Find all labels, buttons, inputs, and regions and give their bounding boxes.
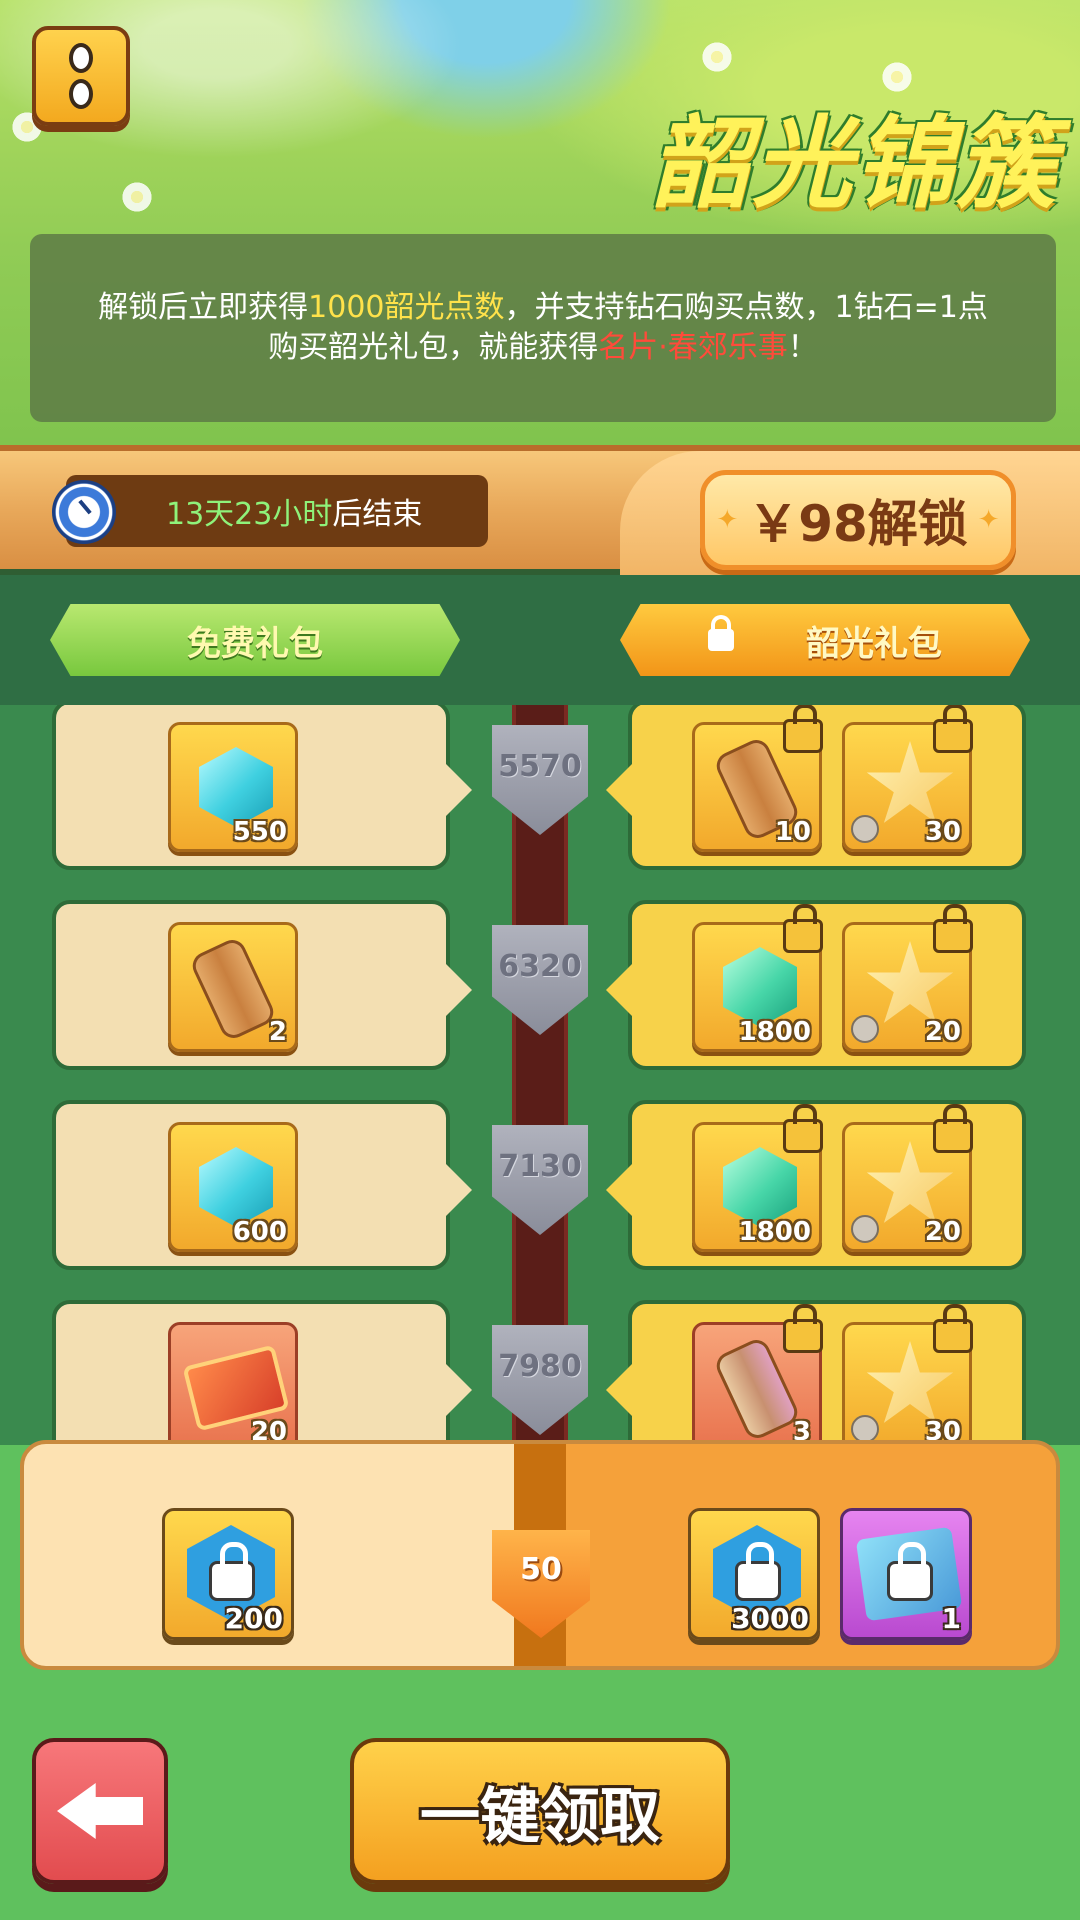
blue-gem-icon <box>199 1147 273 1227</box>
clock-icon <box>52 480 116 544</box>
tab-premium-gift[interactable]: 韶光礼包 <box>620 604 1030 676</box>
item-quantity: 2 <box>268 1017 287 1047</box>
lock-icon <box>933 1304 973 1353</box>
item-quantity: 600 <box>232 1217 287 1247</box>
info-panel: 解锁后立即获得1000韶光点数，并支持钻石购买点数，1钻石=1点 购买韶光礼包，… <box>30 234 1056 422</box>
reward-item[interactable]: 20 <box>168 1322 298 1445</box>
points-badge: 6320 <box>492 925 588 1035</box>
reward-item[interactable]: 20 <box>842 904 973 1052</box>
reward-item[interactable]: 3 <box>692 1304 823 1445</box>
item-quantity: 1800 <box>738 1017 811 1047</box>
tab-free-gift[interactable]: 免费礼包 <box>50 604 460 676</box>
reward-item[interactable]: 30 <box>842 1304 973 1445</box>
premium-reward-card: 10 30 <box>606 705 1026 870</box>
info-text: ，并支持钻石购买点数，1钻石=1点 <box>504 290 988 325</box>
lock-icon <box>783 1304 823 1353</box>
free-reward-card: 550 <box>52 705 472 870</box>
scroll-icon <box>188 935 278 1043</box>
timer-suffix: 后结束 <box>332 497 423 532</box>
tab-label: 免费礼包 <box>187 623 323 664</box>
green-gem-icon <box>723 1147 797 1227</box>
free-reward-card: 2 <box>52 900 472 1070</box>
item-quantity: 3000 <box>731 1602 809 1635</box>
lock-icon <box>708 615 734 651</box>
green-gem-icon <box>723 947 797 1027</box>
timer-icon <box>851 1215 879 1243</box>
tab-label: 韶光礼包 <box>806 623 942 664</box>
item-quantity: 20 <box>924 1017 961 1047</box>
info-text: 解锁后立即获得 <box>98 290 309 325</box>
reward-item[interactable]: 30 <box>842 705 973 852</box>
premium-reward-card: 1800 20 <box>606 1100 1026 1270</box>
back-arrow-icon <box>57 1783 143 1839</box>
reward-row: 550 5570 10 30 <box>0 705 1080 880</box>
menu-icon-dot <box>69 79 93 109</box>
info-highlight-namecard: 名片·春郊乐事 <box>598 330 788 365</box>
final-premium-reward[interactable]: 1 <box>840 1508 972 1640</box>
back-button[interactable] <box>32 1738 168 1884</box>
unlock-button[interactable]: ✦ ￥98解锁 ✦ <box>700 470 1016 570</box>
reward-item[interactable]: 1800 <box>692 904 823 1052</box>
reward-item[interactable]: 600 <box>168 1122 298 1252</box>
lock-icon <box>783 1104 823 1153</box>
padlock-icon <box>735 1542 781 1601</box>
info-text: 购买韶光礼包，就能获得 <box>268 330 599 365</box>
lock-icon <box>933 1104 973 1153</box>
padlock-icon <box>887 1542 933 1601</box>
timer-icon <box>851 1015 879 1043</box>
reward-item[interactable]: 20 <box>842 1104 973 1252</box>
free-reward-card: 20 <box>52 1300 472 1445</box>
sparkle-icon: ✦ <box>977 505 1000 535</box>
flower-decoration <box>120 180 154 214</box>
reward-item[interactable]: 550 <box>168 722 298 852</box>
countdown-timer: 13天23小时 后结束 <box>66 475 488 547</box>
menu-button[interactable] <box>32 26 130 126</box>
info-line-1: 解锁后立即获得1000韶光点数，并支持钻石购买点数，1钻石=1点 <box>98 288 988 328</box>
sparkle-icon: ✦ <box>716 505 739 535</box>
reward-row: 2 6320 1800 20 <box>0 900 1080 1080</box>
flower-decoration <box>700 40 734 74</box>
reward-row: 20 7980 3 30 <box>0 1300 1080 1445</box>
lock-icon <box>933 904 973 953</box>
unlock-label: ￥98解锁 <box>748 495 968 553</box>
info-text: ！ <box>787 330 818 365</box>
points-badge: 7980 <box>492 1325 588 1435</box>
points-badge: 7130 <box>492 1125 588 1235</box>
item-quantity: 1800 <box>738 1217 811 1247</box>
reward-list[interactable]: 550 5570 10 30 2 6320 1800 20 600 7130 1… <box>0 705 1080 1445</box>
premium-reward-card: 1800 20 <box>606 900 1026 1070</box>
menu-icon <box>69 43 93 73</box>
info-highlight-points: 1000韶光点数 <box>308 290 505 325</box>
reward-row: 600 7130 1800 20 <box>0 1100 1080 1280</box>
reward-item[interactable]: 1800 <box>692 1104 823 1252</box>
item-quantity: 200 <box>224 1602 283 1635</box>
premium-reward-card: 3 30 <box>606 1300 1026 1445</box>
item-quantity: 30 <box>924 817 961 847</box>
blue-gem-icon <box>199 747 273 827</box>
reward-item[interactable]: 10 <box>692 705 823 852</box>
lock-icon <box>783 904 823 953</box>
reward-item[interactable]: 2 <box>168 922 298 1052</box>
timer-icon <box>851 815 879 843</box>
final-premium-reward[interactable]: 3000 <box>688 1508 820 1640</box>
item-quantity: 20 <box>924 1217 961 1247</box>
free-reward-card: 600 <box>52 1100 472 1270</box>
item-quantity: 1 <box>941 1602 961 1635</box>
timer-icon <box>851 1415 879 1443</box>
lock-icon <box>933 705 973 753</box>
page-title: 韶光锦簇 <box>650 105 1058 222</box>
info-line-2: 购买韶光礼包，就能获得名片·春郊乐事！ <box>268 328 818 368</box>
padlock-icon <box>209 1542 255 1601</box>
points-badge: 5570 <box>492 725 588 835</box>
timer-remaining: 13天23小时 <box>166 497 333 532</box>
item-quantity: 10 <box>774 817 811 847</box>
final-free-reward[interactable]: 200 <box>162 1508 294 1640</box>
lock-icon <box>783 705 823 753</box>
claim-all-button[interactable]: 一键领取 <box>350 1738 730 1884</box>
item-quantity: 550 <box>232 817 287 847</box>
claim-all-label: 一键领取 <box>420 1781 660 1852</box>
